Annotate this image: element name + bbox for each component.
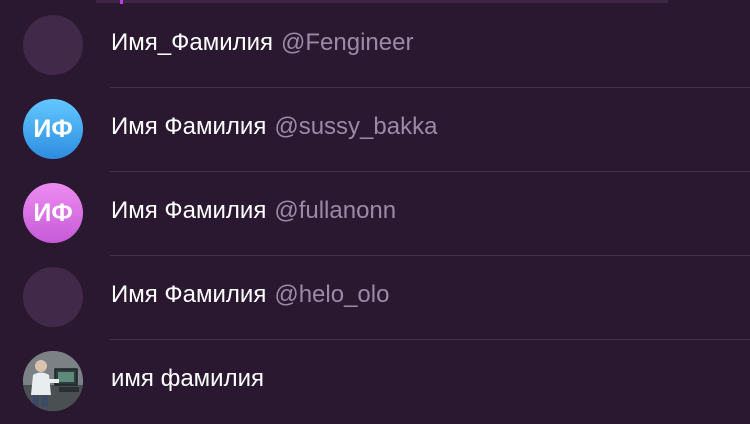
- list-item[interactable]: ИФ Имя Фамилия @fullanonn: [0, 172, 750, 256]
- person-at-computer-icon: [23, 351, 83, 411]
- list-item[interactable]: ИФ Имя Фамилия @sussy_bakka: [0, 88, 750, 172]
- contact-name: имя фамилия: [111, 365, 264, 392]
- contact-username: @sussy_bakka: [274, 113, 438, 140]
- contact-name: Имя Фамилия: [111, 113, 267, 140]
- avatar: ИФ: [23, 99, 83, 159]
- list-item[interactable]: Имя_Фамилия @Fengineer: [0, 4, 750, 88]
- avatar: [23, 267, 83, 327]
- search-field-edge[interactable]: [96, 0, 668, 3]
- contact-name: Имя Фамилия: [111, 281, 267, 308]
- contact-username: @fullanonn: [274, 197, 397, 224]
- contact-name: Имя_Фамилия: [111, 29, 273, 56]
- avatar: ИФ: [23, 183, 83, 243]
- avatar-photo: [23, 351, 83, 411]
- list-item[interactable]: имя фамилия: [0, 340, 750, 424]
- contact-username: @Fengineer: [281, 29, 414, 56]
- contact-name: Имя Фамилия: [111, 197, 267, 224]
- contact-username: @helo_olo: [274, 281, 390, 308]
- list-item[interactable]: Имя Фамилия @helo_olo: [0, 256, 750, 340]
- avatar: [23, 15, 83, 75]
- mention-suggestion-list: Имя_Фамилия @Fengineer ИФ Имя Фамилия @sus…: [0, 4, 750, 424]
